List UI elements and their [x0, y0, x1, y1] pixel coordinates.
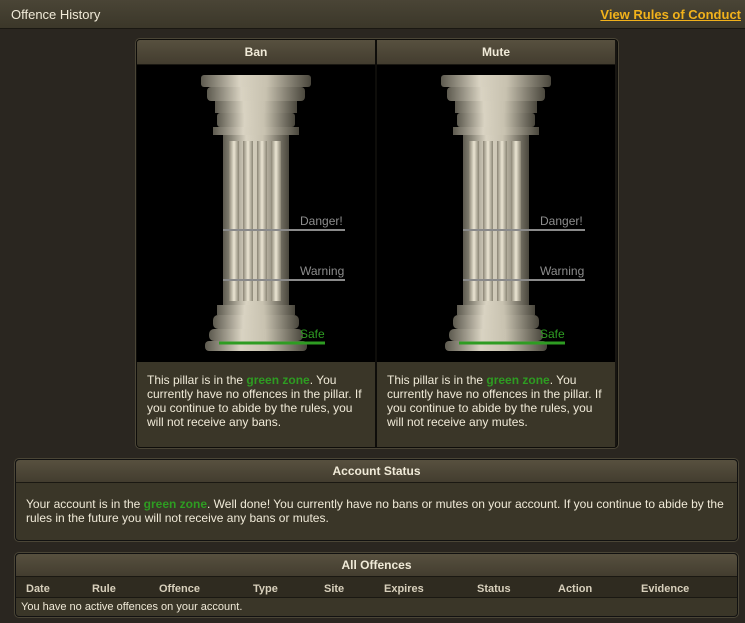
mute-pillar-section: Mute Danger! Warning Safe This pillar is… [377, 40, 615, 447]
col-offence[interactable]: Offence [159, 583, 200, 595]
ban-pillar-description: This pillar is in the green zone. You cu… [147, 373, 369, 429]
mute-pillar-description: This pillar is in the green zone. You cu… [387, 373, 609, 429]
ban-safe-label: Safe [300, 327, 325, 341]
offences-empty-message: You have no active offences on your acco… [21, 601, 243, 613]
account-status-title: Account Status [16, 460, 737, 483]
col-date[interactable]: Date [26, 583, 50, 595]
mute-text-before: This pillar is in the [387, 373, 487, 387]
col-site[interactable]: Site [324, 583, 344, 595]
ban-danger-label: Danger! [300, 214, 343, 228]
col-evidence[interactable]: Evidence [641, 583, 689, 595]
mute-safe-label: Safe [540, 327, 565, 341]
page-title: Offence History [11, 7, 101, 22]
mute-danger-label: Danger! [540, 214, 583, 228]
col-status[interactable]: Status [477, 583, 511, 595]
col-rule[interactable]: Rule [92, 583, 116, 595]
ban-text-before: This pillar is in the [147, 373, 247, 387]
mute-zone: green zone [486, 373, 550, 387]
col-expires[interactable]: Expires [384, 583, 424, 595]
pillars-panel: Ban Danger! Warning Safe This pillar is … [136, 39, 618, 448]
offences-table-header: Date Rule Offence Type Site Expires Stat… [16, 577, 737, 598]
col-type[interactable]: Type [253, 583, 278, 595]
ban-pillar-section: Ban Danger! Warning Safe This pillar is … [137, 40, 375, 447]
mute-pillar-title: Mute [377, 40, 615, 65]
pillar-icon [441, 75, 551, 351]
status-zone: green zone [143, 497, 207, 511]
ban-warning-label: Warning [300, 264, 344, 278]
pillar-icon [201, 75, 311, 351]
all-offences-title: All Offences [16, 554, 737, 577]
ban-zone: green zone [246, 373, 310, 387]
all-offences-panel: All Offences Date Rule Offence Type Site… [15, 553, 738, 617]
status-text-before: Your account is in the [26, 497, 144, 511]
ban-pillar-title: Ban [137, 40, 375, 65]
account-status-text: Your account is in the green zone. Well … [16, 483, 737, 525]
ban-pillar-image: Danger! Warning Safe [137, 65, 375, 362]
mute-warning-label: Warning [540, 264, 584, 278]
account-status-panel: Account Status Your account is in the gr… [15, 459, 738, 541]
mute-pillar-image: Danger! Warning Safe [377, 65, 615, 362]
col-action[interactable]: Action [558, 583, 592, 595]
page-header: Offence History View Rules of Conduct [0, 0, 745, 29]
view-rules-link[interactable]: View Rules of Conduct [600, 7, 741, 22]
